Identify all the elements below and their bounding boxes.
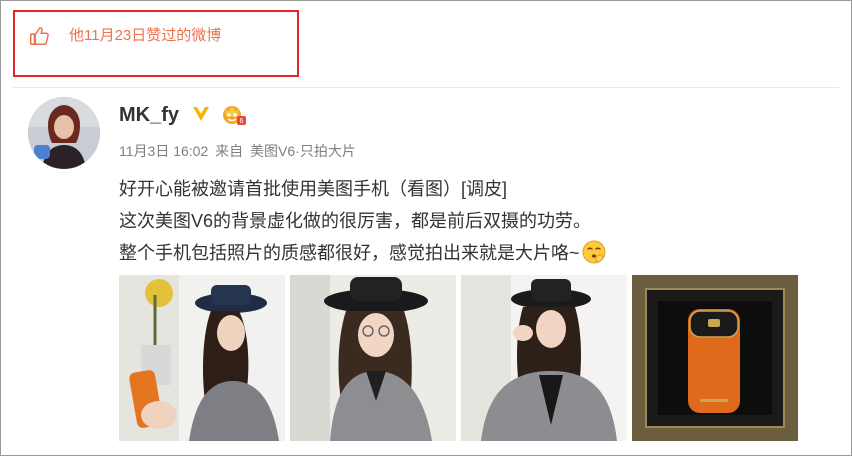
liked-weibo-label[interactable]: 他11月23日赞过的微博 [69,26,221,46]
member-icon[interactable]: 6 [221,102,247,126]
verified-icon[interactable] [191,103,211,123]
post-line-wrapper: 整个手机包括照片的质感都很好，感觉拍出来就是大片咯~ [119,237,819,269]
post-photo-1[interactable] [119,275,285,441]
post-source[interactable]: 美图V6·只拍大片 [250,143,356,159]
post-line: 好开心能被邀请首批使用美图手机（看图）[调皮] [119,179,507,199]
username[interactable]: MK_fy [119,102,179,128]
weibo-card: 他11月23日赞过的微博 MK_fy 6 11月3日 16:02 来自 美图V6… [0,0,852,456]
post-meta: 11月3日 16:02 来自 美图V6·只拍大片 [119,141,359,161]
post-photo-3[interactable] [461,275,627,441]
source-prefix: 来自 [215,143,244,159]
divider [13,87,839,88]
post-timestamp[interactable]: 11月3日 16:02 [119,143,208,159]
post-photo-4[interactable] [632,275,798,441]
post-line: 这次美图V6的背景虚化做的很厉害，都是前后双摄的功劳。 [119,211,592,231]
post-body: 好开心能被邀请首批使用美图手机（看图）[调皮] 这次美图V6的背景虚化做的很厉害… [119,173,819,269]
shh-emoji-icon [582,240,606,264]
post-photo-2[interactable] [290,275,456,441]
post-line: 整个手机包括照片的质感都很好，感觉拍出来就是大片咯~ [119,243,580,263]
thumbs-up-icon[interactable] [28,25,50,47]
svg-text:6: 6 [240,118,244,125]
avatar[interactable] [28,97,100,169]
